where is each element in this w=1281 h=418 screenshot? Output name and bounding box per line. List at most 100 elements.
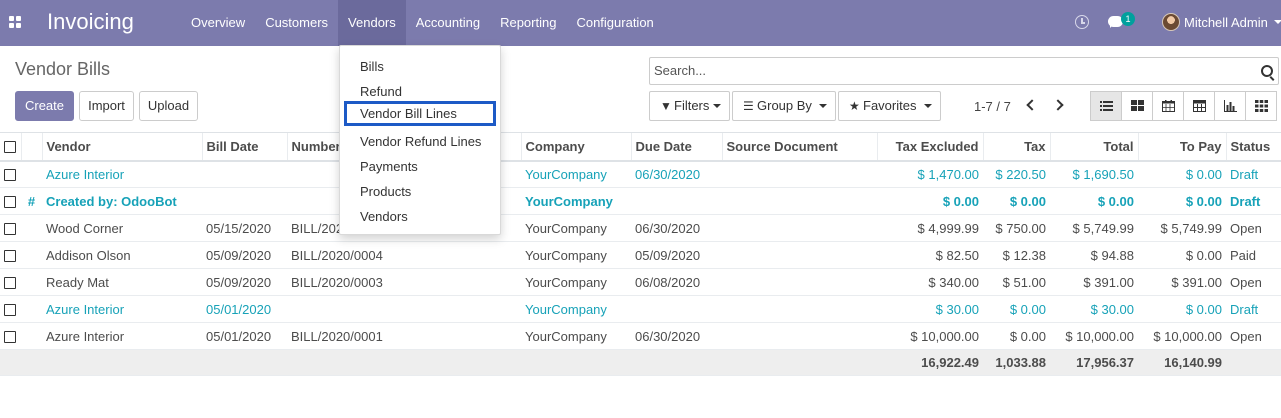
dropdown-item-vendor-bill-lines[interactable]: Vendor Bill Lines xyxy=(344,101,496,126)
column-header-tax-excluded[interactable]: Tax Excluded xyxy=(876,132,983,162)
table-row[interactable]: Wood Corner 05/15/2020 BILL/2020/0005 YourC… xyxy=(0,214,1281,242)
calendar-view-icon xyxy=(1162,100,1175,112)
row-checkbox-cell[interactable] xyxy=(0,295,21,323)
column-header-company[interactable]: Company xyxy=(520,132,631,162)
row-checkbox-cell[interactable] xyxy=(0,241,21,269)
cell-due-date: 06/30/2020 xyxy=(631,322,722,350)
column-header-due-date[interactable]: Due Date xyxy=(630,132,722,162)
row-checkbox[interactable] xyxy=(4,196,16,209)
import-button[interactable]: Import xyxy=(79,91,134,121)
cell-to-pay: $ 0.00 xyxy=(1138,187,1226,215)
row-checkbox-cell[interactable] xyxy=(0,322,21,350)
cell-company: YourCompany xyxy=(521,268,631,296)
menu-overview[interactable]: Overview xyxy=(181,0,255,46)
row-checkbox-cell[interactable] xyxy=(0,268,21,296)
table-header-row: Vendor Bill Date Number Company Due Date… xyxy=(0,132,1281,162)
messages-badge: 1 xyxy=(1121,12,1135,26)
cell-company: YourCompany xyxy=(521,214,631,242)
pager-next-icon[interactable] xyxy=(1054,98,1064,112)
grid-view-icon xyxy=(1255,100,1268,112)
upload-button[interactable]: Upload xyxy=(139,91,198,121)
pivot-table-icon xyxy=(1193,100,1206,112)
vendors-dropdown-menu: Bills Refund Vendor Bill Lines Vendor Re… xyxy=(339,45,501,235)
group-row[interactable]: # Created by: OdooBot YourCompany $ 0.00 $ 0… xyxy=(0,187,1281,215)
menu-configuration[interactable]: Configuration xyxy=(566,0,663,46)
total-total: 17,956.37 xyxy=(1050,349,1138,376)
marker-column-header xyxy=(20,132,42,162)
row-checkbox-cell[interactable] xyxy=(0,187,21,215)
cell-tax: $ 750.00 xyxy=(983,214,1050,242)
column-header-to-pay[interactable]: To Pay xyxy=(1137,132,1226,162)
favorites-dropdown-button[interactable]: ★ Favorites xyxy=(838,91,941,121)
column-header-source-document[interactable]: Source Document xyxy=(721,132,877,162)
calendar-view-button[interactable] xyxy=(1152,91,1184,121)
cell-tax-excluded: $ 82.50 xyxy=(877,241,983,269)
dropdown-item-vendors[interactable]: Vendors xyxy=(341,204,499,229)
view-switcher xyxy=(1090,91,1281,121)
search-input[interactable] xyxy=(654,63,1244,78)
table-row[interactable]: Azure Interior YourCompany 06/30/2020 $ 1,4… xyxy=(0,160,1281,188)
row-checkbox[interactable] xyxy=(4,304,16,317)
pivot-view-button[interactable] xyxy=(1183,91,1215,121)
pager-value[interactable]: 1-7 / 7 xyxy=(974,99,1011,114)
menu-vendors[interactable]: Vendors xyxy=(338,0,406,46)
cell-status: Draft xyxy=(1226,187,1281,215)
cell-bill-date: 05/01/2020 xyxy=(202,322,287,350)
row-checkbox-cell[interactable] xyxy=(0,160,21,188)
cell-number: BILL/2020/0004 xyxy=(287,241,521,269)
apps-menu-icon[interactable] xyxy=(9,16,21,28)
user-menu-caret-icon[interactable] xyxy=(1274,20,1281,24)
cell-tax-excluded: $ 340.00 xyxy=(877,268,983,296)
select-all-checkbox[interactable] xyxy=(4,141,16,154)
row-checkbox[interactable] xyxy=(4,223,16,236)
table-row[interactable]: Azure Interior 05/01/2020 YourCompany $ 30.… xyxy=(0,295,1281,323)
table-row[interactable]: Addison Olson 05/09/2020 BILL/2020/0004 You… xyxy=(0,241,1281,269)
totals-spacer xyxy=(1226,349,1281,376)
search-box xyxy=(649,57,1279,85)
row-checkbox-cell[interactable] xyxy=(0,214,21,242)
column-header-vendor[interactable]: Vendor xyxy=(41,132,202,162)
vendor-bills-table: Vendor Bill Date Number Company Due Date… xyxy=(0,132,1281,376)
menu-customers[interactable]: Customers xyxy=(255,0,338,46)
dropdown-item-vendor-refund-lines[interactable]: Vendor Refund Lines xyxy=(341,129,499,154)
row-checkbox[interactable] xyxy=(4,277,16,290)
totals-spacer xyxy=(521,349,631,376)
table-row[interactable]: Ready Mat 05/09/2020 BILL/2020/0003 YourCom… xyxy=(0,268,1281,296)
activity-clock-icon[interactable] xyxy=(1075,15,1089,29)
group-by-dropdown-button[interactable]: ☰ Group By xyxy=(732,91,836,121)
column-header-tax[interactable]: Tax xyxy=(982,132,1050,162)
row-marker xyxy=(21,160,42,188)
menu-reporting[interactable]: Reporting xyxy=(490,0,566,46)
row-checkbox[interactable] xyxy=(4,331,16,344)
app-title[interactable]: Invoicing xyxy=(47,9,134,35)
filters-dropdown-button[interactable]: ▼ Filters xyxy=(649,91,730,121)
dropdown-item-products[interactable]: Products xyxy=(341,179,499,204)
menu-accounting[interactable]: Accounting xyxy=(406,0,490,46)
search-icon[interactable] xyxy=(1261,65,1273,77)
table-row[interactable]: Azure Interior 05/01/2020 BILL/2020/0001 Yo… xyxy=(0,322,1281,350)
row-checkbox[interactable] xyxy=(4,250,16,263)
column-header-bill-date[interactable]: Bill Date xyxy=(201,132,287,162)
dropdown-item-payments[interactable]: Payments xyxy=(341,154,499,179)
cell-number: BILL/2020/0001 xyxy=(287,322,521,350)
user-avatar[interactable] xyxy=(1162,13,1180,31)
cell-source-document xyxy=(722,268,877,296)
table-totals-row: 16,922.49 1,033.88 17,956.37 16,140.99 xyxy=(0,349,1281,376)
select-all-checkbox-cell[interactable] xyxy=(0,132,21,162)
create-button[interactable]: Create xyxy=(15,91,74,121)
row-checkbox[interactable] xyxy=(4,169,16,182)
cell-tax: $ 12.38 xyxy=(983,241,1050,269)
cell-source-document xyxy=(722,214,877,242)
user-menu-name[interactable]: Mitchell Admin xyxy=(1184,15,1268,30)
kanban-view-button[interactable] xyxy=(1121,91,1153,121)
grid-view-button[interactable] xyxy=(1245,91,1277,121)
column-header-status[interactable]: Status xyxy=(1225,132,1281,162)
list-view-button[interactable] xyxy=(1090,91,1122,121)
dropdown-item-bills[interactable]: Bills xyxy=(341,54,499,79)
cell-tax: $ 51.00 xyxy=(983,268,1050,296)
graph-view-button[interactable] xyxy=(1214,91,1246,121)
pager-previous-icon[interactable] xyxy=(1025,98,1035,112)
cell-total: $ 94.88 xyxy=(1050,241,1138,269)
column-header-total[interactable]: Total xyxy=(1049,132,1138,162)
cell-source-document xyxy=(722,187,877,215)
